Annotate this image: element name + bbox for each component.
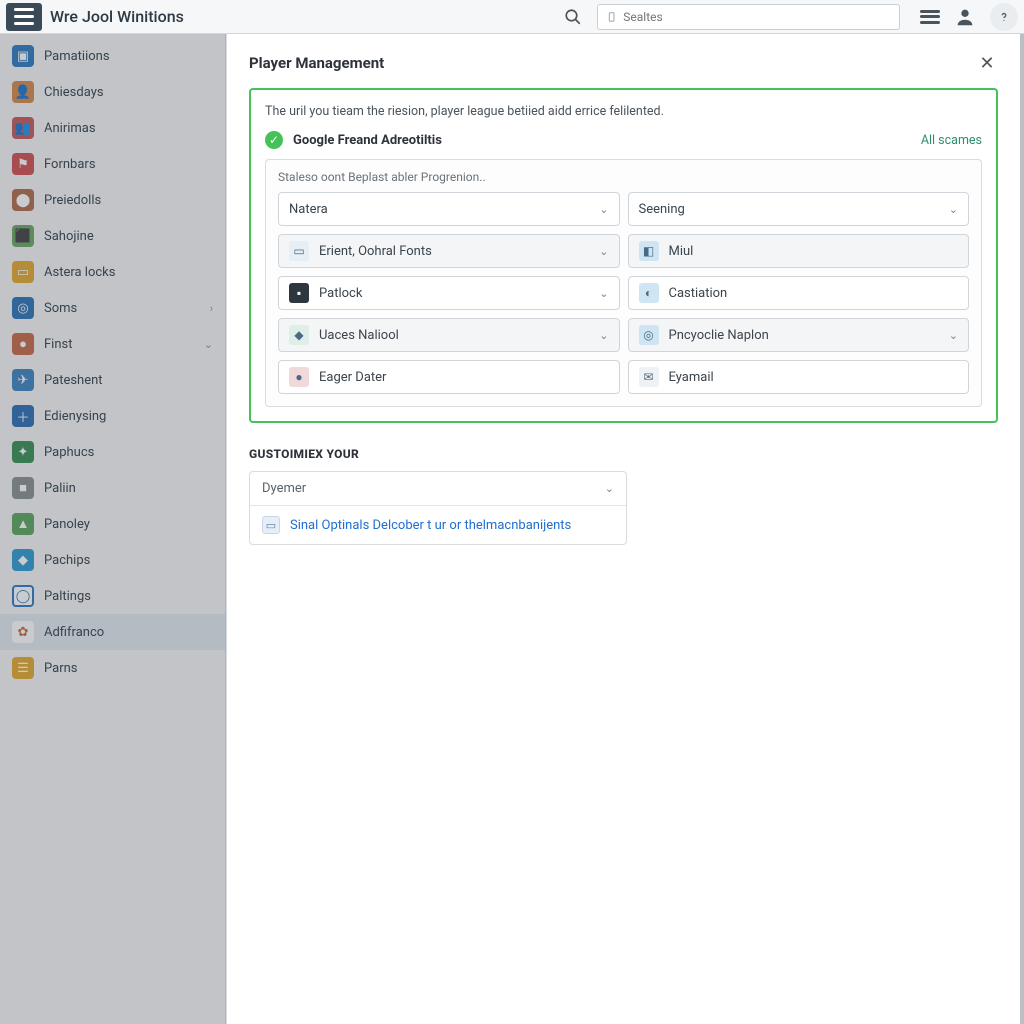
status-link[interactable]: All scames xyxy=(921,133,982,148)
customize-select[interactable]: Dyemer ⌄ xyxy=(250,472,626,506)
player-management-modal: Player Management ✕ The uril you tieam t… xyxy=(226,34,1020,1024)
right-field[interactable]: ◐ Castiation xyxy=(628,276,970,310)
search-icon[interactable] xyxy=(561,5,585,29)
field-badge-icon: ▪ xyxy=(289,283,309,303)
field-badge-icon: ● xyxy=(289,367,309,387)
modal-header: Player Management ✕ xyxy=(249,52,998,74)
fields-hint: Staleso oont Beplast abler Progrenion.. xyxy=(278,170,969,184)
field-label: Natera xyxy=(289,202,328,217)
status-row: ✓ Google Freand Adreotiltis All scames xyxy=(265,131,982,149)
field-badge-icon: ◧ xyxy=(639,241,659,261)
chevron-down-icon: ⌄ xyxy=(599,203,608,216)
field-label: Miul xyxy=(669,244,694,259)
field-label: Castiation xyxy=(669,286,728,301)
search-box[interactable] xyxy=(597,4,900,30)
customize-section-title: Gustoimiex Your xyxy=(249,447,998,461)
field-label: Seening xyxy=(639,202,685,217)
menu-icon[interactable] xyxy=(920,10,940,24)
chevron-down-icon: ⌄ xyxy=(949,329,958,342)
fields-grid: Natera ⌄ Seening ⌄ ▭ Erient, Oohral Fonts ⌄ ◧ Mi… xyxy=(278,192,969,394)
left-field[interactable]: ◆ Uaces Naliool ⌄ xyxy=(278,318,620,352)
field-badge-icon: ✉ xyxy=(639,367,659,387)
field-badge-icon: ◆ xyxy=(289,325,309,345)
option-icon: ▭ xyxy=(262,516,280,534)
customize-select-label: Dyemer xyxy=(262,481,306,496)
search-input[interactable] xyxy=(623,10,891,24)
field-label: Patlock xyxy=(319,286,362,301)
hamburger-menu-button[interactable] xyxy=(6,3,42,31)
chevron-down-icon: ⌄ xyxy=(605,482,614,495)
close-button[interactable]: ✕ xyxy=(976,52,998,74)
chevron-down-icon: ⌄ xyxy=(599,287,608,300)
right-field[interactable]: Seening ⌄ xyxy=(628,192,970,226)
help-icon[interactable] xyxy=(990,3,1018,31)
right-field[interactable]: ✉ Eyamail xyxy=(628,360,970,394)
fields-card: Staleso oont Beplast abler Progrenion.. … xyxy=(265,159,982,407)
left-field[interactable]: ● Eager Dater xyxy=(278,360,620,394)
field-label: Erient, Oohral Fonts xyxy=(319,244,432,259)
top-bar: Wre Jool Winitions xyxy=(0,0,1024,34)
chevron-down-icon: ⌄ xyxy=(599,329,608,342)
customize-option-label: Sinal Optinals Delcober t ur or thelmacn… xyxy=(290,518,571,533)
field-label: Pncyoclie Naplon xyxy=(669,328,769,343)
right-field[interactable]: ◎ Pncyoclie Naplon ⌄ xyxy=(628,318,970,352)
status-panel: The uril you tieam the riesion, player l… xyxy=(249,88,998,423)
field-label: Eyamail xyxy=(669,370,714,385)
field-badge-icon: ▭ xyxy=(289,241,309,261)
field-badge-icon: ◎ xyxy=(639,325,659,345)
left-field[interactable]: Natera ⌄ xyxy=(278,192,620,226)
app-title: Wre Jool Winitions xyxy=(50,7,184,26)
status-label: Google Freand Adreotiltis xyxy=(293,133,442,148)
field-badge-icon: ◐ xyxy=(639,283,659,303)
check-icon: ✓ xyxy=(265,131,283,149)
customize-option[interactable]: ▭ Sinal Optinals Delcober t ur or thelma… xyxy=(250,506,626,544)
top-right-icons xyxy=(920,3,1018,31)
field-label: Eager Dater xyxy=(319,370,386,385)
right-field[interactable]: ◧ Miul xyxy=(628,234,970,268)
modal-title: Player Management xyxy=(249,54,384,72)
close-icon: ✕ xyxy=(979,53,994,74)
left-field[interactable]: ▭ Erient, Oohral Fonts ⌄ xyxy=(278,234,620,268)
user-icon[interactable] xyxy=(954,6,976,28)
panel-description: The uril you tieam the riesion, player l… xyxy=(265,104,982,119)
chevron-down-icon: ⌄ xyxy=(599,245,608,258)
left-field[interactable]: ▪ Patlock ⌄ xyxy=(278,276,620,310)
field-label: Uaces Naliool xyxy=(319,328,399,343)
customize-block: Dyemer ⌄ ▭ Sinal Optinals Delcober t ur … xyxy=(249,471,627,545)
chevron-down-icon: ⌄ xyxy=(949,203,958,216)
